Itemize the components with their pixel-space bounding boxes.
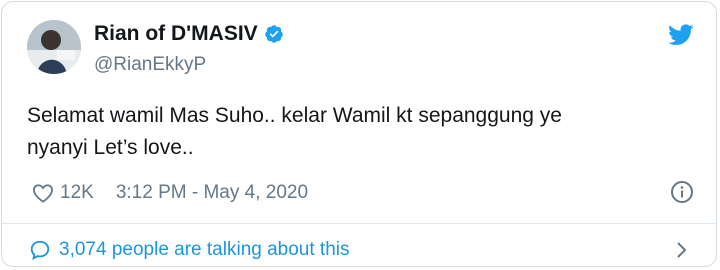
display-name[interactable]: Rian of D'MASIV: [94, 22, 258, 46]
comment-bubble-icon: [30, 240, 50, 260]
like-count[interactable]: 12K: [60, 182, 94, 204]
author-name-row: Rian of D'MASIV: [94, 22, 284, 46]
verified-badge-icon: [264, 25, 283, 43]
avatar[interactable]: [27, 20, 81, 74]
heart-icon[interactable]: [32, 183, 54, 203]
tweet-meta: 12K 3:12 PM - May 4, 2020: [32, 180, 308, 206]
info-icon[interactable]: [670, 180, 694, 204]
tweet-text-line-1: Selamat wamil Mas Suho.. kelar Wamil kt …: [27, 104, 562, 127]
chevron-right-icon[interactable]: [676, 241, 688, 259]
tweet-card: Rian of D'MASIV @RianEkkyP Selamat wamil…: [1, 1, 717, 267]
tweet-text: Selamat wamil Mas Suho.. kelar Wamil kt …: [27, 100, 687, 164]
talking-about-link[interactable]: 3,074 people are talking about this: [29, 238, 696, 262]
tweet-timestamp[interactable]: 3:12 PM - May 4, 2020: [116, 182, 308, 204]
twitter-bird-icon[interactable]: [668, 24, 694, 46]
divider: [2, 223, 716, 224]
user-handle[interactable]: @RianEkkyP: [94, 54, 206, 76]
tweet-text-line-2: nyanyi Let’s love..: [27, 136, 194, 159]
talking-about-text[interactable]: 3,074 people are talking about this: [59, 239, 350, 261]
